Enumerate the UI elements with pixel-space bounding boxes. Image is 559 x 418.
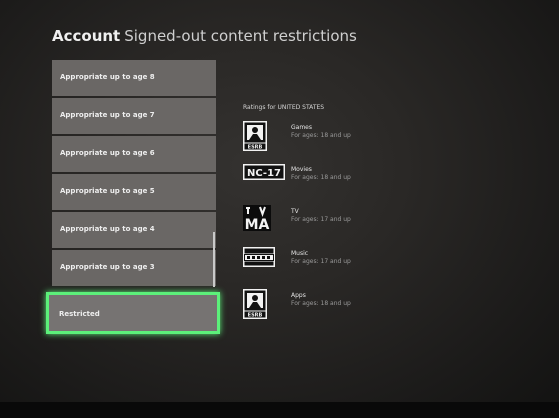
- tv-ma-icon: MA: [243, 205, 271, 235]
- rating-detail: For ages: 18 and up: [291, 174, 351, 181]
- menu-item-restricted[interactable]: Restricted: [46, 292, 220, 334]
- section-title: Account: [52, 27, 121, 45]
- rating-detail: For ages: 17 and up: [291, 216, 351, 223]
- rating-row-music: Music For ages: 17 and up: [243, 247, 503, 289]
- menu-item-label: Appropriate up to age 6: [60, 149, 155, 157]
- ratings-panel: Ratings for UNITED STATES ESRB Games For…: [243, 104, 503, 331]
- menu-item-age-8[interactable]: Appropriate up to age 8: [52, 60, 216, 96]
- bottom-bezel: [0, 402, 559, 418]
- rating-detail: For ages: 18 and up: [291, 300, 351, 307]
- menu-item-age-5[interactable]: Appropriate up to age 5: [52, 174, 216, 210]
- menu-item-label: Appropriate up to age 3: [60, 263, 155, 271]
- menu-item-label: Restricted: [59, 310, 100, 318]
- rating-row-apps: ESRB Apps For ages: 18 and up: [243, 289, 503, 331]
- rating-row-tv: MA TV For ages: 17 and up: [243, 205, 503, 247]
- rating-category: Music: [291, 250, 309, 257]
- menu-item-age-3[interactable]: Appropriate up to age 3: [52, 250, 216, 286]
- esrb-badge-text: ESRB: [248, 145, 263, 151]
- mpaa-nc17-icon: NC-17: [243, 163, 285, 185]
- page-header: Account Signed-out content restrictions: [52, 27, 357, 49]
- mpaa-badge-text: NC-17: [247, 168, 281, 179]
- esrb-badge-text: ESRB: [248, 313, 263, 319]
- menu-item-age-7[interactable]: Appropriate up to age 7: [52, 98, 216, 134]
- page-title: Signed-out content restrictions: [124, 27, 357, 45]
- parental-advisory-icon: [243, 247, 275, 271]
- menu-item-age-6[interactable]: Appropriate up to age 6: [52, 136, 216, 172]
- esrb-ao-icon: ESRB: [243, 121, 267, 155]
- list-scrollbar[interactable]: [213, 232, 215, 287]
- rating-category: Movies: [291, 166, 312, 173]
- tv-badge-text: MA: [245, 217, 270, 231]
- rating-category: TV: [291, 208, 299, 215]
- age-restriction-list: Appropriate up to age 8 Appropriate up t…: [46, 60, 220, 336]
- rating-row-games: ESRB Games For ages: 18 and up: [243, 121, 503, 163]
- rating-detail: For ages: 18 and up: [291, 132, 351, 139]
- menu-item-age-4[interactable]: Appropriate up to age 4: [52, 212, 216, 248]
- rating-detail: For ages: 17 and up: [291, 258, 351, 265]
- menu-item-label: Appropriate up to age 5: [60, 187, 155, 195]
- menu-item-label: Appropriate up to age 4: [60, 225, 155, 233]
- rating-category: Games: [291, 124, 312, 131]
- rating-row-movies: NC-17 Movies For ages: 18 and up: [243, 163, 503, 205]
- menu-item-label: Appropriate up to age 8: [60, 73, 155, 81]
- menu-item-label: Appropriate up to age 7: [60, 111, 155, 119]
- esrb-ao-icon: ESRB: [243, 289, 267, 323]
- rating-category: Apps: [291, 292, 306, 299]
- ratings-title: Ratings for UNITED STATES: [243, 104, 325, 111]
